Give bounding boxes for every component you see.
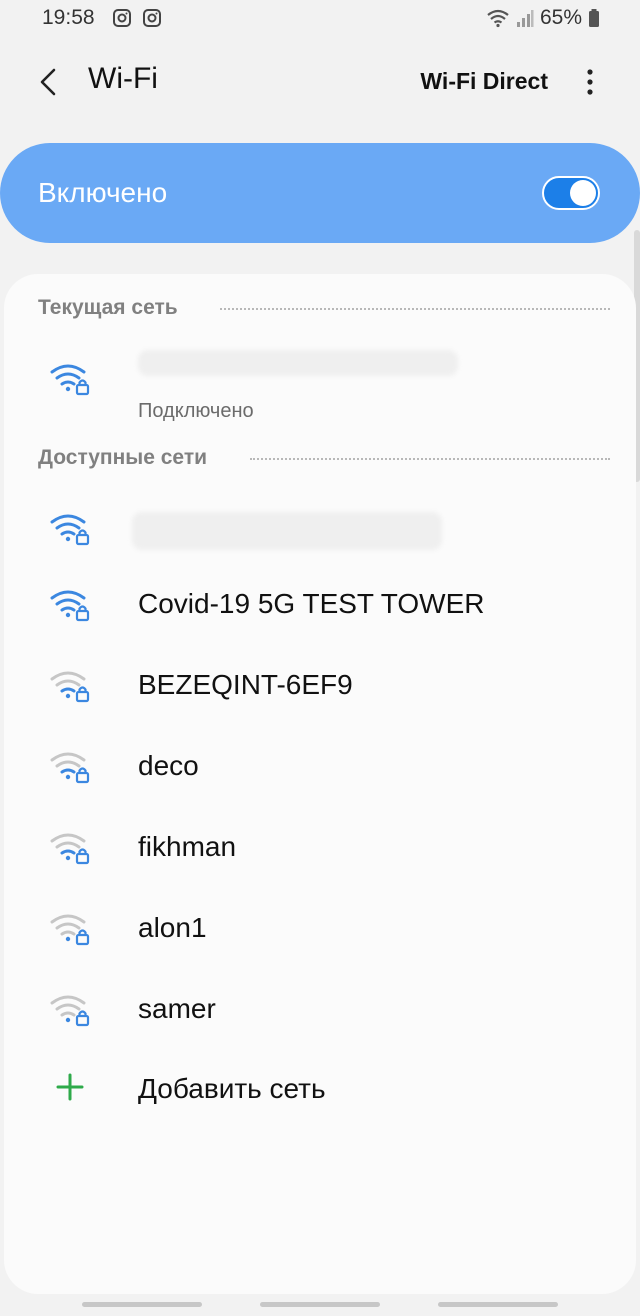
plus-icon — [56, 1073, 84, 1101]
battery-percent: 65% — [539, 6, 582, 29]
wifi-weak-lock-icon — [50, 995, 90, 1027]
add-network-label: Добавить сеть — [138, 1073, 326, 1104]
add-network-row[interactable]: Добавить сеть — [4, 1051, 636, 1131]
app-bar: Wi-Fi Wi-Fi Direct — [0, 48, 640, 118]
current-network-heading: Текущая сеть — [38, 296, 178, 319]
status-right: 65% — [486, 6, 600, 30]
more-options-icon[interactable] — [580, 68, 600, 98]
available-networks-heading: Доступные сети — [38, 446, 208, 469]
network-row[interactable]: alon1 — [4, 890, 636, 970]
current-network-row[interactable]: Подключено — [4, 340, 636, 422]
network-name: Covid-19 5G TEST TOWER — [138, 588, 485, 619]
network-status: Подключено — [138, 400, 254, 422]
network-row[interactable]: Covid-19 5G TEST TOWER — [4, 566, 636, 646]
network-name: samer — [138, 993, 216, 1024]
status-bar: 19:58 65% — [0, 0, 640, 40]
nav-recent-button[interactable] — [82, 1302, 202, 1307]
wifi-toggle-label: Включено — [38, 177, 168, 208]
network-list-card: Текущая сеть Подключено Доступные сети C… — [4, 274, 636, 1294]
network-row[interactable]: fikhman — [4, 809, 636, 889]
battery-icon — [589, 9, 599, 27]
page-title: Wi-Fi — [88, 62, 158, 95]
hidden-network-name — [132, 512, 442, 550]
back-arrow-icon[interactable] — [36, 66, 64, 98]
instagram-icon — [113, 9, 131, 27]
section-divider — [250, 458, 610, 460]
wifi-strong-lock-icon — [50, 590, 90, 622]
network-row[interactable]: deco — [4, 728, 636, 808]
wifi-weak-lock-icon — [50, 833, 90, 865]
network-name: deco — [138, 750, 199, 781]
wifi-weak-lock-icon — [50, 671, 90, 703]
network-row[interactable]: samer — [4, 971, 636, 1051]
wifi-status-icon — [487, 9, 509, 28]
nav-back-button[interactable] — [438, 1302, 558, 1307]
status-time: 19:58 — [42, 6, 95, 29]
network-name: fikhman — [138, 831, 237, 862]
section-divider — [220, 308, 610, 310]
network-name: BEZEQINT-6EF9 — [138, 669, 353, 700]
switch-knob — [570, 180, 596, 206]
wifi-direct-button[interactable]: Wi-Fi Direct — [420, 68, 548, 95]
wifi-strong-lock-icon — [50, 514, 90, 546]
instagram-icon — [143, 9, 161, 27]
network-row[interactable] — [4, 490, 636, 570]
network-row[interactable]: BEZEQINT-6EF9 — [4, 647, 636, 727]
signal-icon — [516, 10, 534, 27]
hidden-network-name — [138, 350, 458, 376]
wifi-weak-lock-icon — [50, 914, 90, 946]
network-name: alon1 — [138, 912, 207, 943]
wifi-toggle-switch[interactable] — [542, 176, 600, 210]
navigation-bar — [0, 1296, 640, 1316]
wifi-strong-lock-icon — [50, 364, 90, 396]
wifi-weak-lock-icon — [50, 752, 90, 784]
nav-home-button[interactable] — [260, 1302, 380, 1307]
